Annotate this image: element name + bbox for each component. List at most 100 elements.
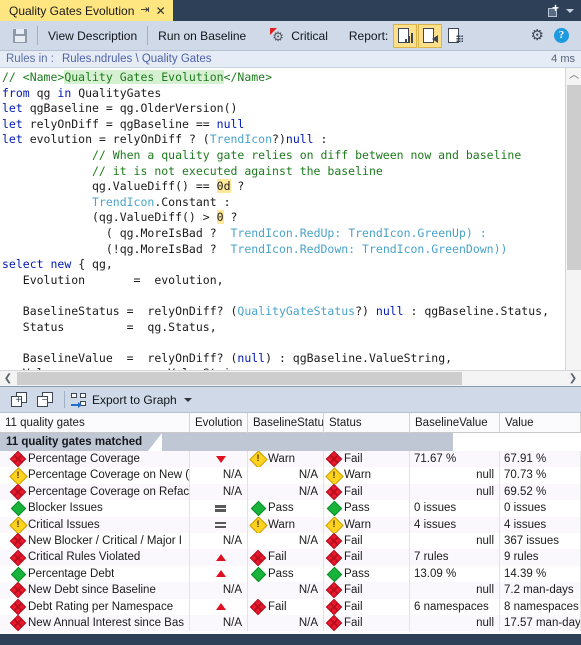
editor-horizontal-scrollbar[interactable]: ❮ ❯ <box>0 370 581 386</box>
quality-gate-name: Critical Issues <box>28 518 100 531</box>
tab-quality-gates-evolution[interactable]: Quality Gates Evolution ⇥ ✕ <box>0 0 173 21</box>
close-icon[interactable]: ✕ <box>156 5 166 17</box>
export-to-graph-label[interactable]: Export to Graph <box>92 393 177 407</box>
code-token: QualityGates <box>71 85 162 100</box>
code-token: null <box>237 350 266 365</box>
breadcrumb-path-link[interactable]: Rules.ndrules \ Quality Gates <box>62 53 212 65</box>
code-token: ?) <box>355 303 376 318</box>
fail-icon <box>325 598 343 615</box>
code-token: select <box>2 257 44 272</box>
table-row[interactable]: New Annual Interest since Bas N/A N/A Fail n… <box>0 614 581 632</box>
fail-icon <box>9 549 27 566</box>
table-row[interactable]: Critical Issues Warn Warn 4 issues4 issues <box>0 516 581 533</box>
code-line: let relyOnDiff = qgBaseline == null <box>2 117 581 133</box>
pass-icon <box>252 568 264 580</box>
cell-baseline-status: N/A <box>248 467 324 484</box>
expand-all-icon[interactable]: + <box>11 392 27 407</box>
code-line: BaselineStatus = relyOnDiff? (QualityGat… <box>2 304 581 320</box>
column-header-0[interactable]: 11 quality gates <box>0 413 190 433</box>
code-line: BaselineValue = relyOnDiff? (null) : qgB… <box>2 351 581 367</box>
save-button[interactable] <box>6 26 34 46</box>
code-token: ( qg.MoreIsBad ? <box>2 225 231 240</box>
critical-button[interactable]: ⚙ Critical <box>263 25 335 46</box>
cell-value: 4 issues <box>500 516 581 533</box>
scroll-left-icon[interactable]: ❮ <box>0 371 16 387</box>
code-token: TrendIcon <box>209 132 273 147</box>
evolution-value: N/A <box>222 584 242 597</box>
run-on-baseline-button[interactable]: Run on Baseline <box>151 26 253 46</box>
table-row[interactable]: Blocker Issues Pass Pass 0 issues 0 issues <box>0 500 581 517</box>
report-matrix-icon <box>447 27 464 44</box>
cell-evolution <box>190 565 248 583</box>
export-graph-icon <box>71 392 87 408</box>
table-row[interactable]: Percentage Debt Pass Pass 13.09 % 14.39 % <box>0 565 581 583</box>
query-code-editor[interactable]: // <Name>Quality Gates Evolution</Name> f… <box>0 68 581 370</box>
code-line: // When a quality gate relies on diff be… <box>2 148 581 164</box>
group-header[interactable]: 11 quality gates matched <box>0 433 581 451</box>
editor-vertical-scrollbar[interactable]: ︿ ﹀ <box>565 68 581 386</box>
pass-icon <box>328 568 340 580</box>
cell-baseline-status: Pass <box>248 565 324 583</box>
table-row[interactable]: Percentage Coverage on Refac N/A N/A Fail nu… <box>0 483 581 501</box>
code-token: QualityGateStatus <box>237 303 356 318</box>
fail-icon <box>9 451 27 468</box>
chevron-down-icon[interactable] <box>183 397 192 402</box>
fail-icon <box>325 582 343 599</box>
report-chart-button[interactable] <box>393 23 418 48</box>
code-token: </Name> <box>223 70 273 84</box>
code-token: .GreenDown)) <box>424 241 508 256</box>
cell-baseline-value: null <box>410 614 500 632</box>
table-row[interactable]: Debt Rating per Namespace Fail Fail 6 names… <box>0 598 581 615</box>
table-row[interactable]: Critical Rules Violated Fail Fail 7 rules 9 … <box>0 549 581 566</box>
trend-constant-icon <box>215 521 226 529</box>
toolbar-divider <box>64 391 65 408</box>
code-token: new <box>50 257 72 272</box>
report-export-button[interactable] <box>418 23 443 48</box>
table-row[interactable]: Percentage Coverage on New (N/A N/A Warn nu… <box>0 467 581 484</box>
fail-icon <box>9 614 27 632</box>
cell-baseline-status: Fail <box>248 598 324 615</box>
code-token: 0d <box>216 179 231 194</box>
code-token: Evolution = evolution, <box>2 272 224 287</box>
code-token: from <box>2 85 30 100</box>
code-token: null <box>285 132 314 147</box>
column-header-2[interactable]: BaselineStatus <box>248 413 324 433</box>
code-line: Status = qg.Status, <box>2 320 581 336</box>
table-row[interactable]: Percentage Coverage Warn Fail 71.67 %67.91 … <box>0 451 581 468</box>
cell-value: 8 namespaces <box>500 598 581 615</box>
column-header-5[interactable]: Value <box>500 413 581 433</box>
cell-value: 0 issues <box>500 500 581 517</box>
code-line: ( qg.MoreIsBad ? TrendIcon.RedUp: TrendI… <box>2 226 581 242</box>
gear-icon[interactable]: ⚙ <box>531 28 544 43</box>
view-description-button[interactable]: View Description <box>41 26 144 46</box>
ndepend-queries-window: Quality Gates Evolution ⇥ ✕ + View Descr… <box>0 0 581 645</box>
code-token: .Constant : <box>154 194 231 209</box>
new-window-icon[interactable]: + <box>545 2 561 18</box>
chevron-down-icon[interactable] <box>566 8 574 13</box>
column-header-3[interactable]: Status <box>324 413 410 433</box>
cell-status: Pass <box>324 500 410 517</box>
column-header-4[interactable]: BaselineValue <box>410 413 500 433</box>
table-row[interactable]: New Blocker / Critical / Major I N/A N/A Fa… <box>0 532 581 550</box>
report-matrix-button[interactable] <box>443 24 467 48</box>
fail-icon <box>9 582 27 599</box>
vertical-scroll-thumb[interactable] <box>567 85 581 270</box>
horizontal-scroll-thumb[interactable] <box>17 372 462 385</box>
execution-time: 4 ms <box>551 53 575 65</box>
pin-icon[interactable]: ⇥ <box>140 5 149 16</box>
cell-quality-gate-name: Blocker Issues <box>0 500 190 517</box>
baseline-status-label: Pass <box>268 567 294 580</box>
column-header-1[interactable]: Evolution <box>190 413 248 433</box>
cell-status: Fail <box>324 483 410 501</box>
code-token: null <box>216 116 245 131</box>
cell-evolution <box>190 500 248 517</box>
help-icon[interactable]: ? <box>554 28 569 43</box>
cell-value: 17.57 man-days <box>500 614 581 632</box>
scroll-right-icon[interactable]: ❯ <box>565 371 581 387</box>
collapse-all-icon[interactable]: − <box>37 392 53 407</box>
table-row[interactable]: New Debt since Baseline N/A N/A Fail null 7.2… <box>0 582 581 599</box>
scroll-up-icon[interactable]: ︿ <box>566 68 581 84</box>
cell-status: Fail <box>324 451 410 468</box>
code-token: ? <box>223 210 238 225</box>
